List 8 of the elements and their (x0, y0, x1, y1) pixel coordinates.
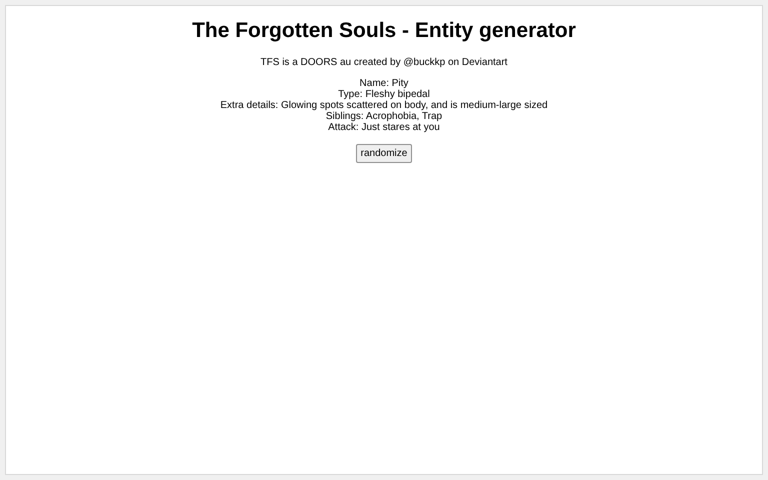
entity-detail: Type: Fleshy bipedal (338, 89, 430, 100)
credit-text: TFS is a DOORS au created by @buckkp on Deviantart (260, 56, 508, 69)
entity-detail: Siblings: Acrophobia, Trap (326, 111, 442, 122)
entity-detail: Name: Pity (360, 78, 408, 89)
entity-detail: Extra details: Glowing spots scattered on body, and is medium-large sized (220, 100, 548, 111)
page-title: The Forgotten Souls - Entity generator (192, 18, 576, 44)
randomize-button[interactable]: randomize (356, 144, 412, 163)
entity-detail: Attack: Just stares at you (328, 122, 440, 133)
